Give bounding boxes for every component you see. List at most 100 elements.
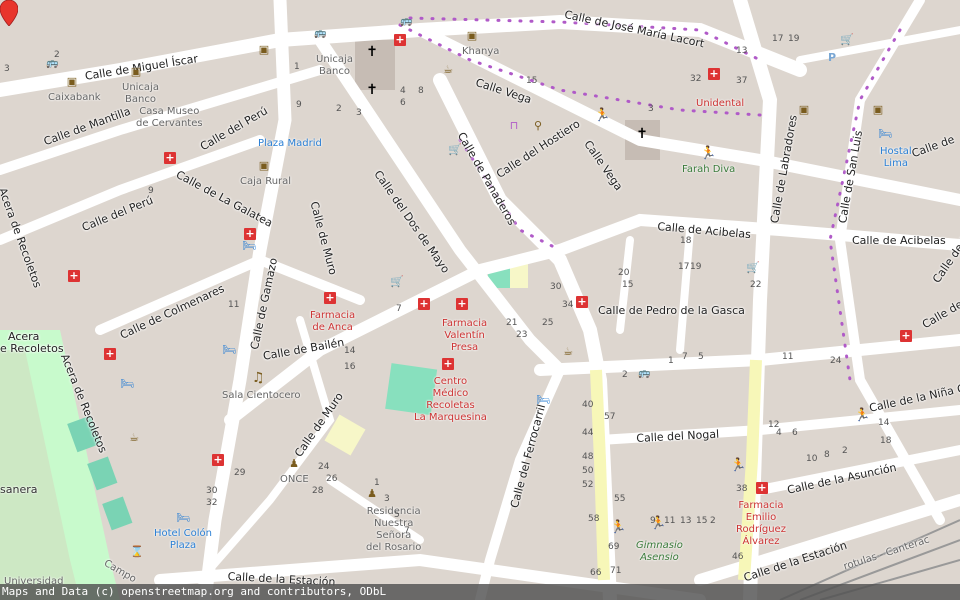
poi-sanera: sanera bbox=[0, 483, 38, 496]
bank-icon: ▣ bbox=[258, 159, 270, 172]
bus-stop-icon[interactable]: 🚌 bbox=[400, 16, 412, 28]
cafe-icon: ☕ bbox=[443, 63, 453, 76]
house-number: 66 bbox=[590, 568, 602, 578]
bank-icon: ▣ bbox=[130, 65, 142, 78]
poi-sala-cientocero[interactable]: Sala Cientocero bbox=[222, 390, 301, 402]
sports-icon: 🏃 bbox=[700, 146, 717, 161]
poi-caja-rural[interactable]: Caja Rural bbox=[240, 176, 291, 188]
pharmacy-icon[interactable]: + bbox=[68, 270, 80, 282]
poi-farah-diva[interactable]: Farah Diva bbox=[682, 164, 735, 176]
house-number: 1 bbox=[294, 62, 300, 72]
hotel-icon: 🛏 bbox=[176, 511, 190, 524]
pharmacy-icon[interactable]: + bbox=[418, 298, 430, 310]
house-number: 17 bbox=[678, 262, 690, 272]
pharmacy-icon[interactable]: + bbox=[212, 454, 224, 466]
house-number: 22 bbox=[750, 280, 762, 290]
house-number: 8 bbox=[418, 86, 424, 96]
house-number: 13 bbox=[736, 46, 748, 56]
house-number: 13 bbox=[680, 516, 692, 526]
sports-icon: 🏃 bbox=[594, 108, 611, 123]
hotel-icon: 🛏 bbox=[222, 343, 236, 356]
house-number: 14 bbox=[344, 346, 356, 356]
poi-casa-museo[interactable]: Casa Museo de Cervantes bbox=[136, 106, 203, 130]
house-number: 20 bbox=[618, 268, 630, 278]
house-number: 15 bbox=[696, 516, 708, 526]
monument-icon: ⌛ bbox=[130, 545, 144, 558]
poi-khanya[interactable]: Khanya bbox=[462, 46, 499, 58]
hotel-icon: 🛏 bbox=[878, 127, 892, 140]
house-number: 30 bbox=[206, 486, 218, 496]
house-number: 29 bbox=[234, 468, 246, 478]
playground-icon: ⊓ bbox=[509, 119, 519, 132]
bus-stop-icon[interactable]: 🚌 bbox=[638, 368, 650, 380]
poi-gimnasio[interactable]: Gimnasio Asensio bbox=[636, 540, 683, 564]
pharmacy-icon[interactable]: + bbox=[708, 68, 720, 80]
house-number: 23 bbox=[516, 330, 528, 340]
pharmacy-icon[interactable]: + bbox=[900, 330, 912, 342]
bus-stop-icon[interactable]: 🚌 bbox=[314, 28, 326, 40]
poi-hotel-colon[interactable]: Hotel Colón Plaza bbox=[154, 528, 212, 552]
shop-icon: 🛒 bbox=[448, 143, 462, 156]
poi-plaza-madrid[interactable]: Plaza Madrid bbox=[258, 138, 322, 150]
house-number: 32 bbox=[206, 498, 218, 508]
poi-farmacia-valentin[interactable]: Farmacia Valentín Presa bbox=[442, 318, 487, 354]
poi-centro-medico[interactable]: Centro Médico Recoletas La Marquesina bbox=[414, 376, 487, 424]
hotel-icon: 🛏 bbox=[120, 377, 134, 390]
pharmacy-icon[interactable]: + bbox=[456, 298, 468, 310]
house-number: 16 bbox=[344, 362, 356, 372]
once-icon: ♟ bbox=[289, 457, 299, 470]
poi-caixabank[interactable]: Caixabank bbox=[48, 92, 101, 104]
pharmacy-icon[interactable]: + bbox=[164, 152, 176, 164]
poi-unicaja-banco[interactable]: Unicaja Banco bbox=[316, 54, 353, 78]
house-number: 30 bbox=[550, 282, 562, 292]
house-number: 52 bbox=[582, 480, 594, 490]
pharmacy-icon[interactable]: + bbox=[104, 348, 116, 360]
street-label: e Recoletos bbox=[0, 342, 64, 355]
house-number: 71 bbox=[610, 566, 622, 576]
house-number: 25 bbox=[542, 318, 554, 328]
sports-icon: 🏃 bbox=[854, 408, 871, 423]
house-number: 2 bbox=[622, 370, 628, 380]
street-label: Calle de Pedro de la Gasca bbox=[598, 304, 745, 317]
poi-once[interactable]: ONCE bbox=[280, 474, 309, 486]
house-number: 15 bbox=[622, 280, 634, 290]
house-number: 3 bbox=[648, 104, 654, 114]
house-number: 24 bbox=[318, 462, 330, 472]
house-number: 8 bbox=[824, 450, 830, 460]
bank-icon: ▣ bbox=[798, 103, 810, 116]
pharmacy-icon[interactable]: + bbox=[442, 358, 454, 370]
bank-icon: ▣ bbox=[66, 75, 78, 88]
poi-farmacia-emilio[interactable]: Farmacia Emilio Rodríguez Álvarez bbox=[736, 500, 786, 548]
house-number: 40 bbox=[582, 400, 594, 410]
bank-icon: ▣ bbox=[258, 43, 270, 56]
pharmacy-icon[interactable]: + bbox=[394, 34, 406, 46]
house-number: 2 bbox=[336, 104, 342, 114]
house-number: 55 bbox=[614, 494, 626, 504]
poi-hostal-lima[interactable]: Hostal Lima bbox=[880, 146, 912, 170]
music-icon: ♫ bbox=[252, 370, 265, 386]
poi-unidental[interactable]: Unidental bbox=[696, 98, 744, 110]
map-canvas[interactable]: Calle de Miguel Íscar Calle de José Marí… bbox=[0, 0, 960, 600]
sports-icon: 🏃 bbox=[730, 458, 747, 473]
street-label: Calle de Acibelas bbox=[852, 234, 946, 247]
poi-farmacia-anca[interactable]: Farmacia de Anca bbox=[310, 310, 355, 334]
church-icon: ✝ bbox=[636, 126, 648, 142]
house-number: 4 bbox=[400, 86, 406, 96]
house-number: 9 bbox=[650, 516, 656, 526]
poi-unicaja-banco[interactable]: Unicaja Banco bbox=[122, 82, 159, 106]
house-number: 1 bbox=[668, 356, 674, 366]
house-number: 3 bbox=[4, 64, 10, 74]
pharmacy-icon[interactable]: + bbox=[324, 292, 336, 304]
house-number: 38 bbox=[736, 484, 748, 494]
house-number: 28 bbox=[312, 486, 324, 496]
house-number: 58 bbox=[588, 514, 600, 524]
house-number: 37 bbox=[736, 76, 748, 86]
house-number: 7 bbox=[396, 304, 402, 314]
house-number: 69 bbox=[608, 542, 620, 552]
pharmacy-icon[interactable]: + bbox=[576, 296, 588, 308]
house-number: 4 bbox=[776, 428, 782, 438]
house-number: 44 bbox=[582, 428, 594, 438]
location-pin-icon[interactable] bbox=[0, 0, 18, 26]
hotel-icon: 🛏 bbox=[536, 393, 550, 406]
pharmacy-icon[interactable]: + bbox=[756, 482, 768, 494]
